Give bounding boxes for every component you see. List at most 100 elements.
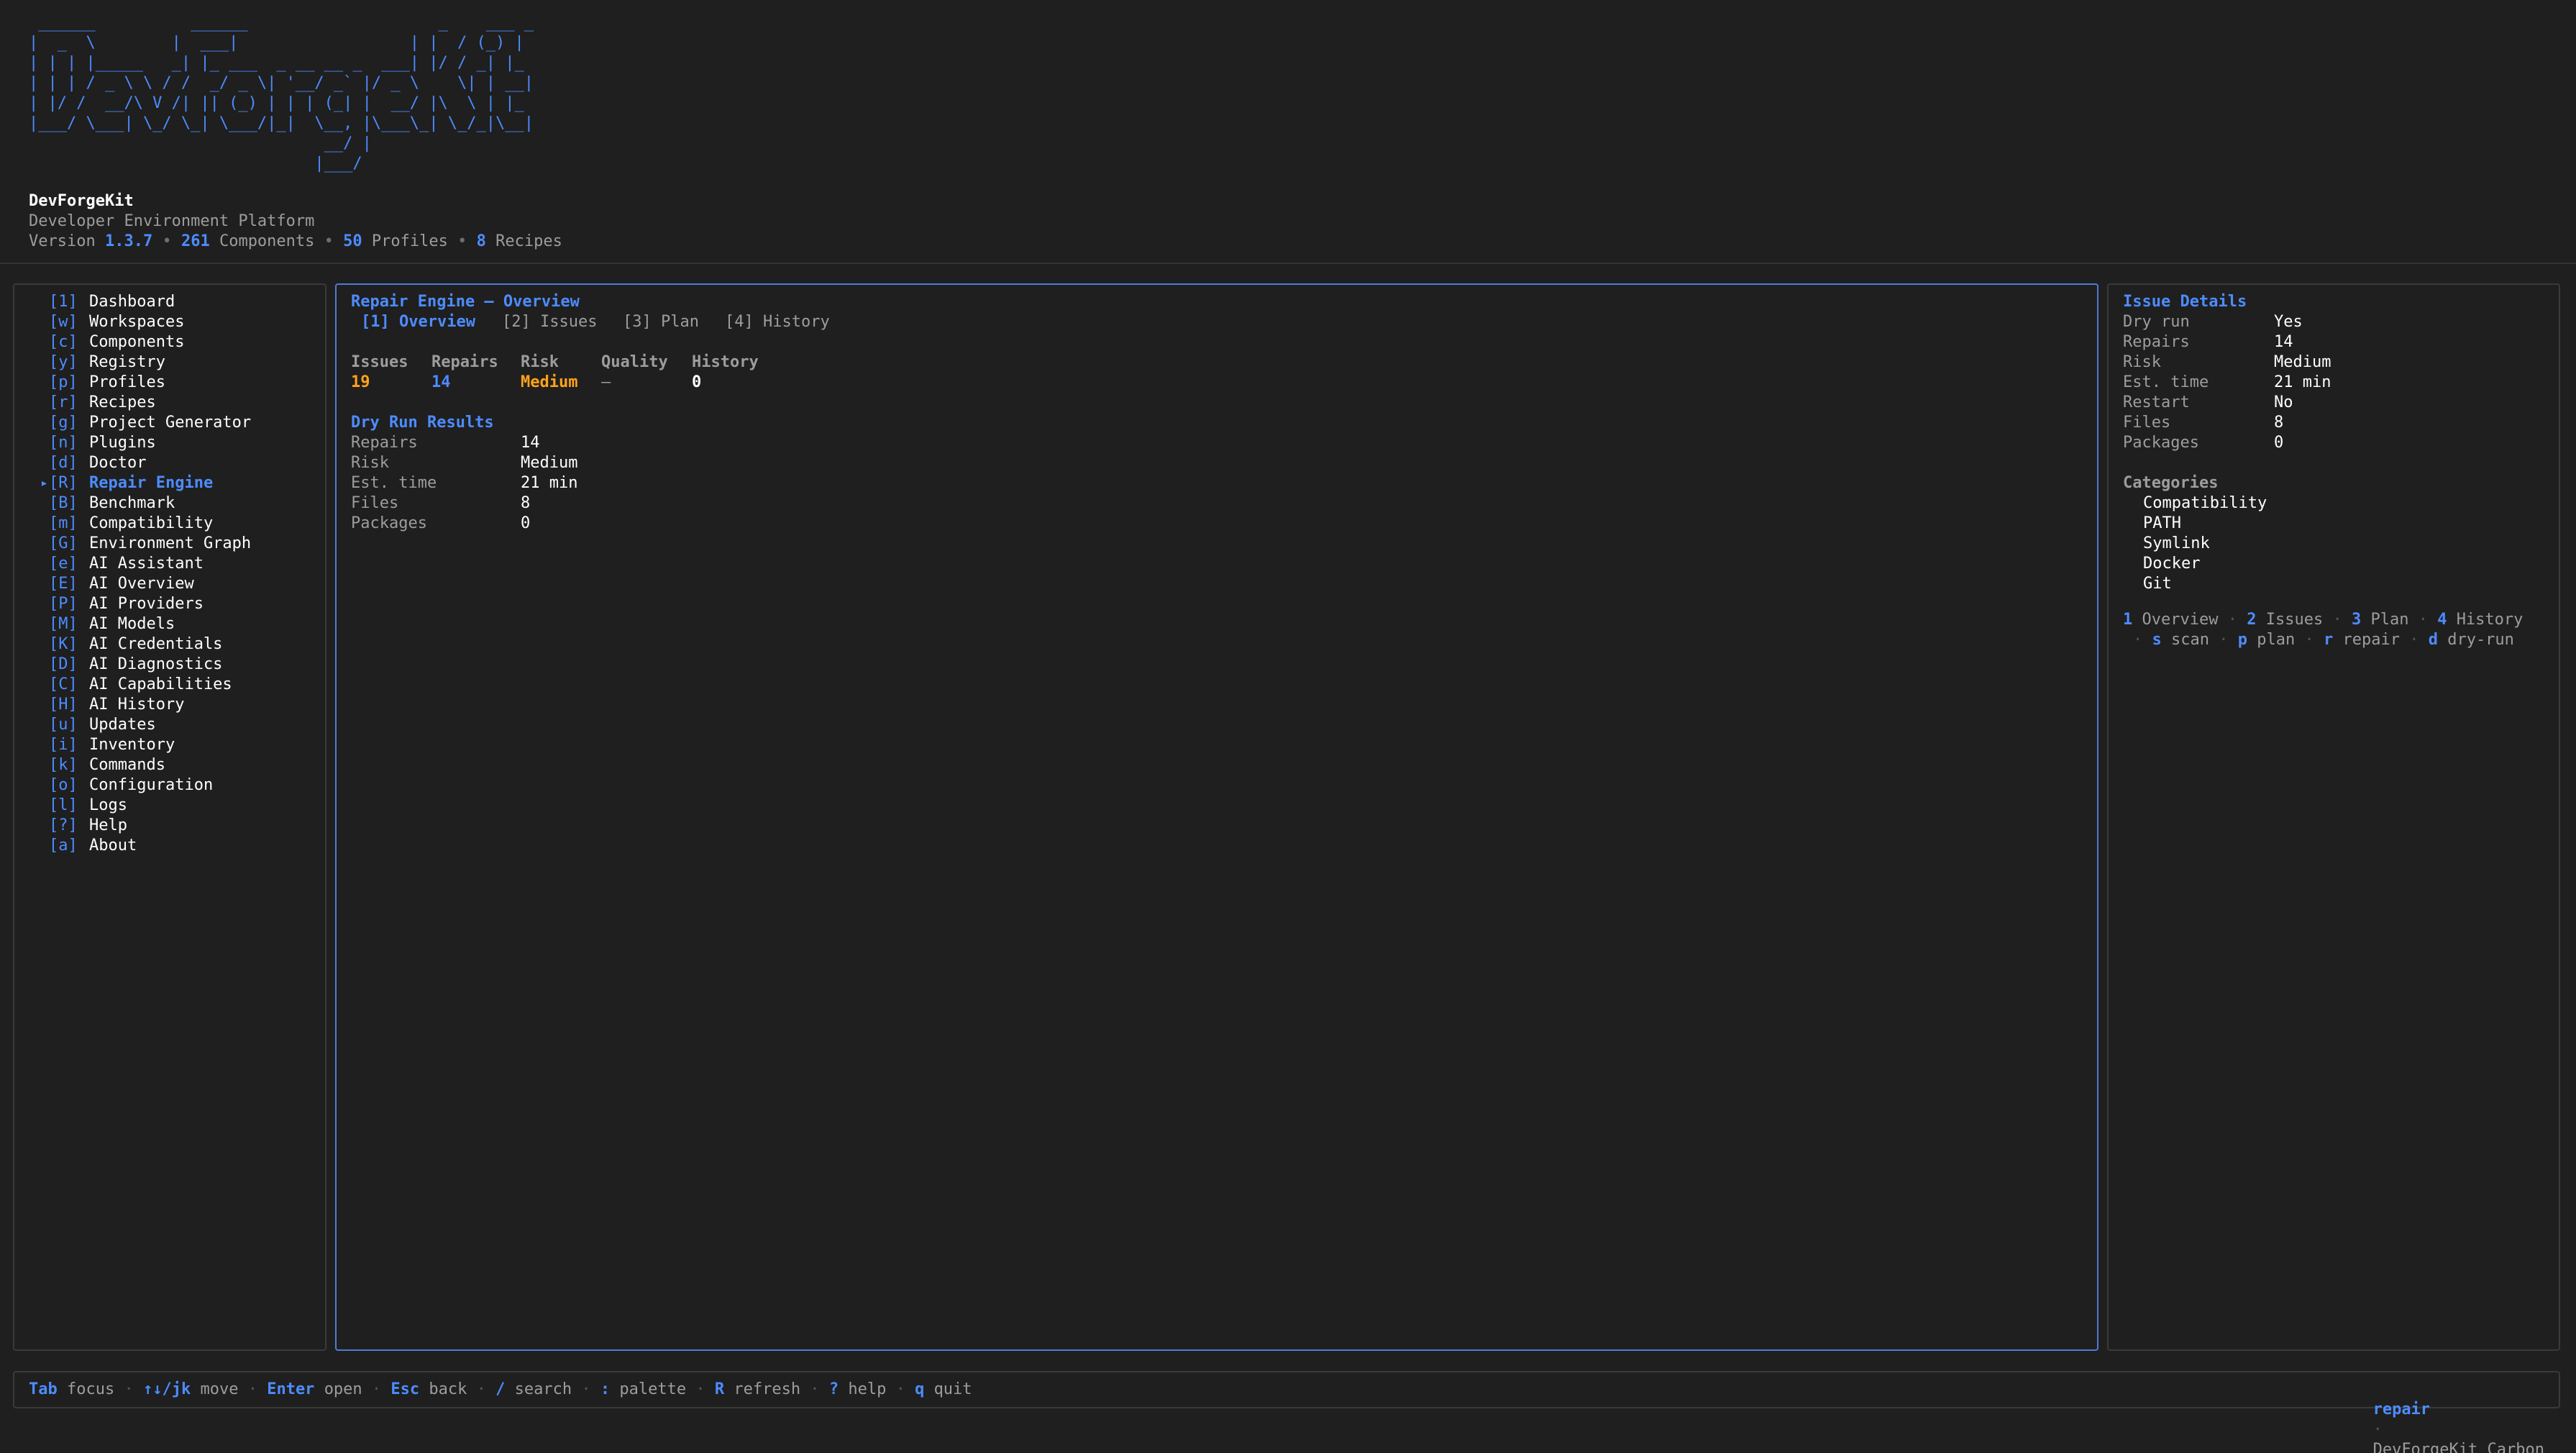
- sidebar-item-label: Dashboard: [89, 293, 175, 311]
- status-hint-key[interactable]: R: [715, 1380, 724, 1398]
- hint-separator: ·: [2409, 631, 2419, 649]
- header-divider: [0, 263, 2576, 264]
- hint-key[interactable]: 3: [2352, 611, 2361, 629]
- tab-plan[interactable]: [3] Plan: [623, 312, 699, 332]
- ascii-logo: ______ ______ _ ___ _ | _ \ | ___| | | /…: [29, 14, 534, 173]
- hint-label: Overview: [2142, 611, 2219, 629]
- keybinding-hints: Tab focus · ↑↓/jk move · Enter open · Es…: [29, 1380, 972, 1400]
- recipes-count: 8: [476, 232, 486, 250]
- sidebar-item-benchmark[interactable]: [B] Benchmark: [14, 493, 324, 514]
- hint-separator: ·: [2304, 631, 2314, 649]
- sidebar-item-configuration[interactable]: [o] Configuration: [14, 775, 324, 796]
- category-item: Symlink: [2143, 534, 2210, 552]
- status-separator: ·: [476, 1380, 486, 1398]
- sidebar-item-ai-credentials[interactable]: [K] AI Credentials: [14, 634, 324, 655]
- active-marker-icon: ▸: [40, 475, 48, 491]
- components-label: Components: [219, 232, 315, 250]
- status-hint-key[interactable]: q: [915, 1380, 924, 1398]
- theme-name: DevForgeKit Carbon: [2372, 1441, 2544, 1453]
- profiles-count: 50: [343, 232, 362, 250]
- sidebar-item-inventory[interactable]: [i] Inventory: [14, 735, 324, 755]
- detail-label: Dry run: [2123, 313, 2190, 331]
- stats-separator: •: [324, 232, 334, 250]
- sidebar-item-logs[interactable]: [l] Logs: [14, 796, 324, 816]
- summary-quality-value: —: [601, 373, 611, 391]
- sidebar-item-commands[interactable]: [k] Commands: [14, 755, 324, 775]
- summary-history-value: 0: [692, 373, 702, 391]
- sidebar-item-about[interactable]: [a] About: [14, 836, 324, 856]
- detail-label: Risk: [2123, 353, 2161, 371]
- detail-value: Medium: [2274, 353, 2331, 371]
- sidebar-item-updates[interactable]: [u] Updates: [14, 715, 324, 735]
- status-hint-key[interactable]: Esc: [390, 1380, 419, 1398]
- sidebar-item-ai-capabilities[interactable]: [C] AI Capabilities: [14, 675, 324, 695]
- sidebar-item-help[interactable]: [?] Help: [14, 816, 324, 836]
- hint-key[interactable]: 1: [2123, 611, 2132, 629]
- sidebar-item-key: [K]: [49, 635, 78, 653]
- status-separator: ·: [810, 1380, 820, 1398]
- sidebar-item-label: Doctor: [89, 454, 147, 472]
- detail-label: Est. time: [2123, 373, 2209, 391]
- hint-key[interactable]: 4: [2437, 611, 2447, 629]
- summary-header-history: History: [692, 353, 759, 371]
- sidebar-item-label: Inventory: [89, 736, 175, 754]
- sidebar-item-repair-engine[interactable]: ▸ [R] Repair Engine: [14, 473, 324, 493]
- dry-run-value: Medium: [521, 454, 578, 472]
- status-hint-key[interactable]: ?: [829, 1380, 839, 1398]
- category-item: Docker: [2143, 555, 2201, 573]
- categories-title: Categories: [2123, 474, 2219, 492]
- summary-risk-value: Medium: [521, 373, 578, 391]
- tab-overview[interactable]: [1] Overview: [361, 312, 475, 332]
- sidebar-item-workspaces[interactable]: [w] Workspaces: [14, 312, 324, 332]
- sidebar-item-doctor[interactable]: [d] Doctor: [14, 453, 324, 473]
- tab-issues[interactable]: [2] Issues: [502, 312, 597, 332]
- sidebar-item-key: [a]: [49, 837, 78, 855]
- sidebar-item-key: [r]: [49, 393, 78, 411]
- sidebar-item-dashboard[interactable]: [1] Dashboard: [14, 292, 324, 312]
- sidebar-item-label: Compatibility: [89, 514, 214, 532]
- sidebar-item-key: [k]: [49, 756, 78, 774]
- status-bar: Tab focus · ↑↓/jk move · Enter open · Es…: [13, 1371, 2560, 1453]
- sidebar-item-registry[interactable]: [y] Registry: [14, 352, 324, 373]
- sidebar-item-ai-providers[interactable]: [P] AI Providers: [14, 594, 324, 614]
- sidebar-item-environment-graph[interactable]: [G] Environment Graph: [14, 534, 324, 554]
- sidebar-item-project-generator[interactable]: [g] Project Generator: [14, 413, 324, 433]
- sidebar-item-key: [c]: [49, 333, 78, 351]
- sidebar-item-label: Logs: [89, 796, 127, 814]
- sidebar-item-label: Project Generator: [89, 414, 252, 432]
- profiles-label: Profiles: [371, 232, 448, 250]
- sidebar-item-key: [R]: [49, 474, 78, 492]
- sidebar-item-ai-overview[interactable]: [E] AI Overview: [14, 574, 324, 594]
- sidebar-item-recipes[interactable]: [r] Recipes: [14, 393, 324, 413]
- detail-value: No: [2274, 393, 2293, 411]
- sidebar-item-ai-models[interactable]: [M] AI Models: [14, 614, 324, 634]
- hint-label: History: [2456, 611, 2524, 629]
- sidebar-item-components[interactable]: [c] Components: [14, 332, 324, 352]
- dry-run-value: 21 min: [521, 474, 578, 492]
- status-hint-key[interactable]: :: [600, 1380, 610, 1398]
- hint-key[interactable]: d: [2429, 631, 2438, 649]
- hint-key[interactable]: 2: [2247, 611, 2256, 629]
- dry-run-label: Files: [351, 494, 399, 512]
- sidebar-item-ai-assistant[interactable]: [e] AI Assistant: [14, 554, 324, 574]
- sidebar-item-plugins[interactable]: [n] Plugins: [14, 433, 324, 453]
- hint-key[interactable]: r: [2324, 631, 2333, 649]
- hint-key[interactable]: p: [2238, 631, 2247, 649]
- summary-repairs-value: 14: [431, 373, 451, 391]
- detail-value: 8: [2274, 414, 2284, 432]
- dry-run-label: Repairs: [351, 434, 418, 452]
- sidebar-item-ai-diagnostics[interactable]: [D] AI Diagnostics: [14, 655, 324, 675]
- hint-label: plan: [2257, 631, 2296, 649]
- sidebar-item-profiles[interactable]: [p] Profiles: [14, 373, 324, 393]
- status-hint-key[interactable]: ↑↓/jk: [143, 1380, 191, 1398]
- hint-key[interactable]: s: [2152, 631, 2162, 649]
- sidebar-item-ai-history[interactable]: [H] AI History: [14, 695, 324, 715]
- status-hint-key[interactable]: /: [495, 1380, 505, 1398]
- tab-history[interactable]: [4] History: [725, 312, 830, 332]
- hint-label: repair: [2342, 631, 2400, 649]
- recipes-label: Recipes: [495, 232, 562, 250]
- status-separator: ·: [581, 1380, 591, 1398]
- status-hint-key[interactable]: Enter: [267, 1380, 314, 1398]
- status-hint-key[interactable]: Tab: [29, 1380, 58, 1398]
- sidebar-item-compatibility[interactable]: [m] Compatibility: [14, 514, 324, 534]
